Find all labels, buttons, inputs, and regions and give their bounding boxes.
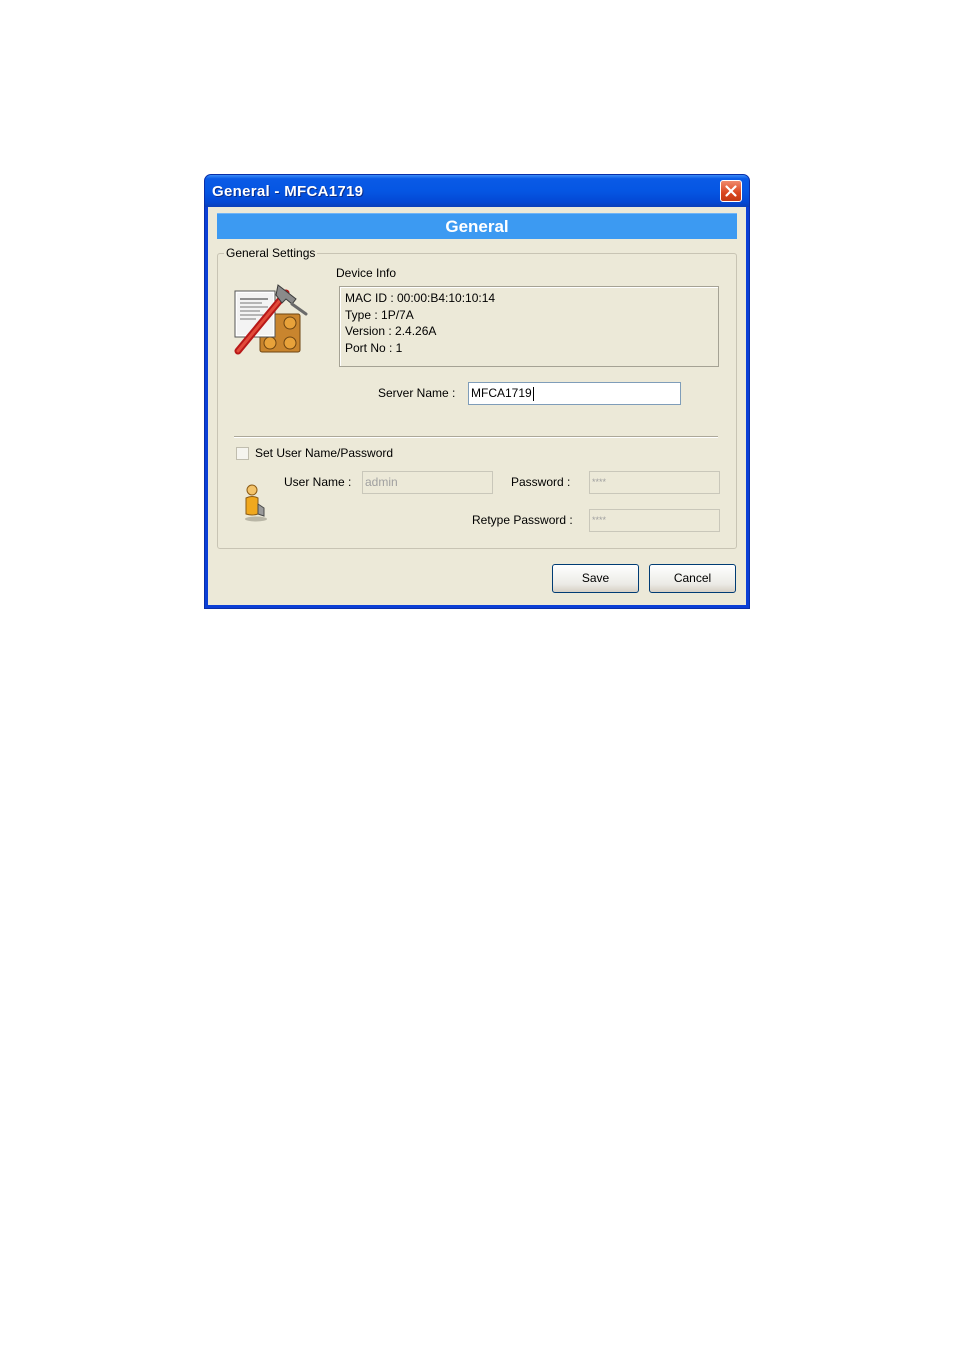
text-caret [532,386,534,401]
close-button[interactable] [720,180,742,202]
section-banner: General [217,213,737,239]
save-button[interactable]: Save [552,564,639,593]
type-text: Type : 1P/7A [345,307,414,322]
title-bar[interactable]: General - MFCA1719 [205,175,749,207]
group-legend: General Settings [224,246,318,260]
version-text: Version : 2.4.26A [345,324,437,338]
password-value: **** [592,477,607,487]
close-icon [725,185,737,197]
user-icon [245,484,267,522]
retype-password-label: Retype Password : [472,513,573,527]
cancel-button[interactable]: Cancel [649,564,736,593]
device-info-label: Device Info [336,266,397,280]
general-settings-group: General Settings Device Info MAC ID: 00… [217,246,737,549]
retype-password-value: **** [592,515,607,525]
divider [234,436,718,438]
retype-password-input[interactable]: **** [589,509,720,532]
server-name-label: Server Name : [378,386,456,400]
server-name-value: MFCA1719 [471,386,532,400]
mac-id-text: MAC ID : 00:00:B4:10:10:14 [345,291,496,305]
user-name-label: User Name : [284,475,352,489]
document-hammer-icon [234,284,308,355]
window-title: General - MFCA1719 [212,183,364,200]
device-info-box: MAC ID : 00:00:B4:10:10:14 Type : 1P/7A … [339,286,719,367]
password-label: Password : [511,475,571,489]
port-no-text: Port No : 1 [345,340,403,355]
set-credentials-label[interactable]: Set User Name/Password [255,446,393,460]
dialog-client-area: General General Settings Device Info MAC… [208,207,746,605]
user-name-value: admin [365,475,398,489]
set-credentials-checkbox[interactable] [236,447,249,460]
password-input[interactable]: **** [589,471,720,494]
dialog-window: General - MFCA1719 General General Setti… [204,174,750,609]
user-name-input[interactable]: admin [362,471,493,494]
server-name-input[interactable]: MFCA1719 [468,382,681,405]
